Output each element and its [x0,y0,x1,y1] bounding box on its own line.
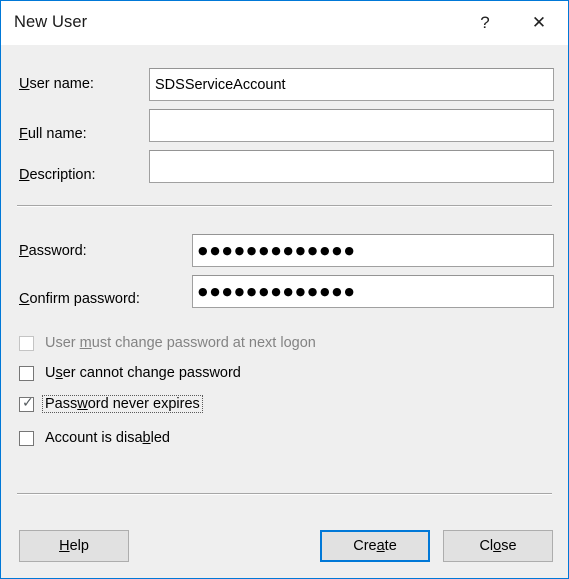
checkbox-user-must-change-password: User must change password at next logon [19,332,319,354]
separator-bottom [17,493,552,495]
cb3-pre: Account is disa [45,430,143,446]
cb3-accel: b [142,430,151,446]
create-accel: a [376,538,385,554]
user-name-label: User name: [19,76,94,92]
user-name-accel: U [19,76,30,92]
password-mask: ●●●●●●●●●●●●● [198,244,357,257]
close-icon: ✕ [531,13,547,32]
cb0-post: ust change password at next logon [91,335,316,351]
checkbox-password-never-expires[interactable]: ✓ Password never expires [19,393,203,415]
new-user-dialog: New User ? ✕ User name: SDSServiceAccoun… [0,0,569,579]
full-name-input[interactable] [149,109,554,142]
checkbox-box [19,335,34,351]
checkbox-label[interactable]: Password never expires [42,395,203,413]
separator-top [17,205,552,207]
description-accel: D [19,167,30,183]
cb0-pre: User [45,335,80,351]
create-button[interactable]: Cre a te [320,530,430,562]
cb0-accel: m [79,335,92,351]
cb1-pre: U [45,365,56,381]
close-button[interactable]: ✕ [516,1,562,44]
cb2-accel: w [77,396,88,412]
user-name-input[interactable]: SDSServiceAccount [149,68,554,101]
password-label: Password: [19,243,87,259]
checkbox-box[interactable]: ✓ [19,394,34,412]
confirm-password-input[interactable]: ●●●●●●●●●●●●● [192,275,554,308]
description-label-rest: escription: [29,167,96,183]
close-dialog-button[interactable]: Cl o se [443,530,553,562]
full-name-label-rest: ull name: [27,126,87,142]
dialog-body: User name: SDSServiceAccount Full name: … [1,45,568,578]
create-post: te [384,538,397,554]
checkbox-label[interactable]: Account is disabled [42,429,173,447]
user-name-label-rest: ser name: [29,76,94,92]
create-pre: Cre [353,538,377,554]
password-label-rest: assword: [28,243,87,259]
checkbox-label[interactable]: User cannot change password [42,364,244,382]
dialog-title: New User [14,13,88,31]
confirm-password-mask: ●●●●●●●●●●●●● [198,285,357,298]
cb2-pre: Pass [45,396,78,412]
cb3-post: led [150,430,170,446]
cb2-post: ord never expires [87,396,200,412]
close-pre: Cl [479,538,494,554]
checkbox-user-cannot-change-password[interactable]: User cannot change password [19,362,244,384]
help-dialog-button[interactable]: Help [19,530,129,562]
description-label: Description: [19,167,96,183]
checkbox-box[interactable] [19,365,34,381]
confirm-password-label-rest: onfirm password: [29,291,140,307]
checkbox-account-is-disabled[interactable]: Account is disabled [19,427,173,449]
close-post: se [501,538,517,554]
checkmark-icon: ✓ [22,394,34,411]
cb1-post: er cannot change password [62,365,241,381]
cb1-accel: s [55,365,63,381]
confirm-password-accel: C [19,291,30,307]
help-post: elp [69,538,89,554]
password-accel: P [19,243,29,259]
checkbox-box[interactable] [19,430,34,446]
full-name-accel: F [19,126,28,142]
help-button[interactable]: ? [462,1,508,44]
help-accel: H [59,538,70,554]
password-input[interactable]: ●●●●●●●●●●●●● [192,234,554,267]
confirm-password-label: Confirm password: [19,291,140,307]
checkbox-label: User must change password at next logon [42,334,319,352]
question-mark-icon: ? [480,13,490,32]
title-bar: New User ? ✕ [1,1,568,45]
close-accel: o [493,538,502,554]
description-input[interactable] [149,150,554,183]
full-name-label: Full name: [19,126,87,142]
